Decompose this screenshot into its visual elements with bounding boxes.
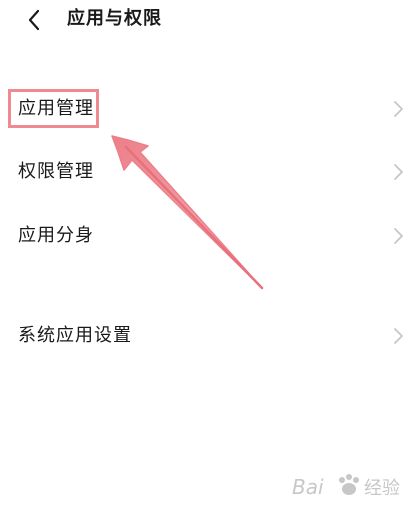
watermark-suffix: 经验 [364, 478, 400, 499]
menu-item-label: 应用分身 [18, 225, 94, 246]
chevron-right-icon [394, 101, 403, 117]
header: 应用与权限 [0, 0, 413, 40]
menu-item-label: 系统应用设置 [18, 325, 132, 346]
menu-item-app-clone[interactable]: 应用分身 [0, 214, 413, 260]
menu-item-label: 权限管理 [18, 161, 94, 182]
chevron-right-icon [394, 164, 403, 180]
chevron-left-icon [28, 9, 40, 31]
paw-icon [339, 474, 359, 495]
watermark-text: Bai [292, 475, 324, 499]
back-button[interactable] [22, 6, 48, 34]
menu-item-app-management[interactable]: 应用管理 [0, 87, 413, 133]
menu-item-permission-management[interactable]: 权限管理 [0, 150, 413, 196]
chevron-right-icon [394, 328, 403, 344]
chevron-right-icon [394, 228, 403, 244]
baidu-watermark: Bai 经验 [290, 466, 408, 510]
page-title: 应用与权限 [67, 8, 162, 29]
menu-item-label: 应用管理 [18, 98, 94, 119]
menu-item-system-app-settings[interactable]: 系统应用设置 [0, 314, 413, 360]
screen: 应用与权限 应用管理 权限管理 应用分身 系统应用设置 Bai 经验 [0, 0, 413, 518]
